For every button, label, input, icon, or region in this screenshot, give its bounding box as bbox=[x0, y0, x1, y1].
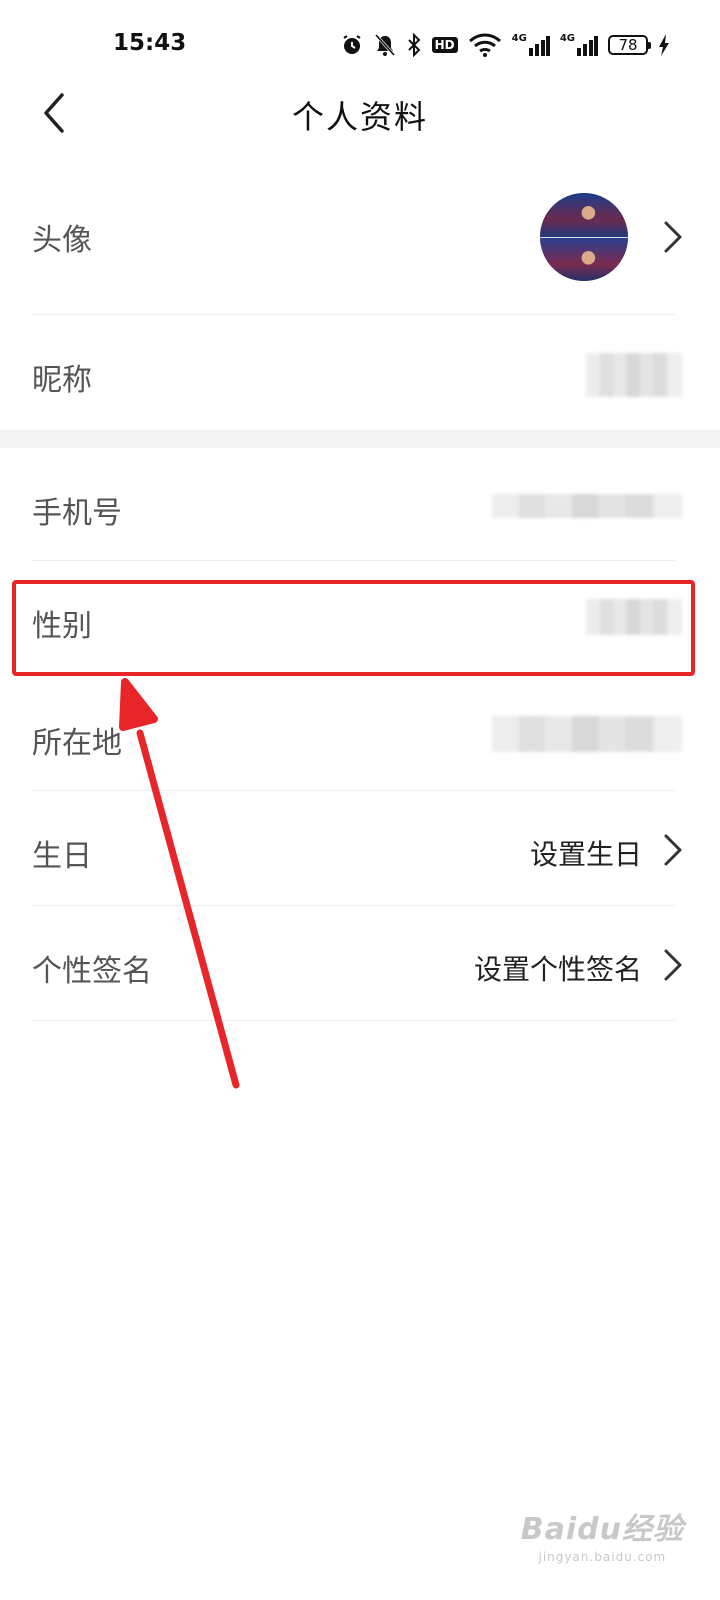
row-label-signature: 个性签名 bbox=[32, 954, 152, 989]
row-label-location: 所在地 bbox=[32, 726, 122, 761]
nickname-value-blurred bbox=[586, 353, 682, 397]
network-type-label: 4G bbox=[511, 33, 527, 44]
row-label-avatar: 头像 bbox=[32, 223, 92, 258]
battery-icon: 78 bbox=[608, 35, 651, 55]
wifi-icon bbox=[468, 33, 502, 57]
chevron-right-icon bbox=[664, 834, 682, 866]
top-nav-bar: 个人资料 bbox=[0, 70, 720, 155]
4g-signal-icon: 4G bbox=[512, 34, 550, 56]
signature-value: 设置个性签名 bbox=[473, 953, 642, 986]
avatar[interactable] bbox=[540, 193, 628, 281]
bluetooth-icon bbox=[406, 33, 422, 57]
profile-row-nickname[interactable]: 昵称 bbox=[0, 315, 720, 430]
birthday-value: 设置生日 bbox=[529, 838, 642, 871]
watermark-logo: Baidu经验 bbox=[520, 1512, 684, 1547]
network-type-label: 4G bbox=[559, 33, 575, 44]
avatar-photo-bottom bbox=[540, 237, 628, 281]
row-label-phone: 手机号 bbox=[32, 496, 122, 531]
watermark-url: jingyan.baidu.com bbox=[538, 1550, 667, 1564]
status-time: 15:43 bbox=[113, 30, 187, 56]
hd-icon: HD bbox=[431, 37, 458, 53]
location-value-blurred bbox=[492, 716, 682, 752]
profile-row-birthday[interactable]: 生日 设置生日 bbox=[0, 791, 720, 906]
highlight-box-gender bbox=[12, 580, 695, 676]
profile-row-location[interactable]: 所在地 bbox=[0, 676, 720, 791]
mute-bell-icon bbox=[374, 33, 396, 57]
chevron-right-icon bbox=[664, 949, 682, 981]
row-label-birthday: 生日 bbox=[32, 839, 92, 874]
profile-row-phone[interactable]: 手机号 bbox=[0, 448, 720, 561]
page-title: 个人资料 bbox=[291, 98, 428, 136]
charging-icon bbox=[658, 34, 670, 56]
section-divider bbox=[0, 430, 720, 448]
avatar-photo-top bbox=[540, 193, 628, 237]
profile-row-signature[interactable]: 个性签名 设置个性签名 bbox=[0, 906, 720, 1021]
alarm-icon bbox=[340, 33, 364, 57]
row-divider bbox=[32, 1020, 675, 1021]
row-label-nickname: 昵称 bbox=[32, 363, 92, 398]
status-icons: HD 4G 4G 78 bbox=[340, 30, 670, 60]
chevron-right-icon bbox=[664, 221, 682, 253]
phone-value-blurred bbox=[492, 494, 682, 518]
4g-signal-icon: 4G bbox=[560, 34, 598, 56]
watermark: Baidu经验 jingyan.baidu.com bbox=[521, 1504, 684, 1564]
